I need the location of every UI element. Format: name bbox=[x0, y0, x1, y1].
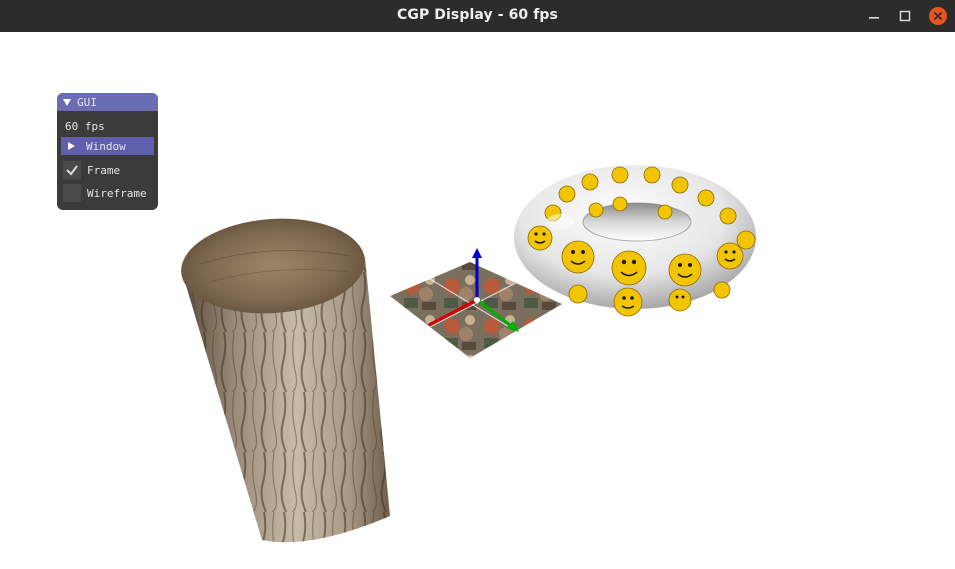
gui-header[interactable]: GUI bbox=[57, 93, 158, 111]
title-bar: CGP Display - 60 fps bbox=[0, 0, 955, 32]
frame-checkbox[interactable] bbox=[63, 161, 81, 179]
minimize-button[interactable] bbox=[863, 5, 885, 27]
smiley-torus bbox=[514, 165, 756, 317]
wireframe-checkbox[interactable] bbox=[63, 184, 81, 202]
checkmark-icon bbox=[66, 165, 78, 176]
window-tree-node[interactable]: Window bbox=[61, 137, 154, 155]
wireframe-checkbox-label: Wireframe bbox=[87, 186, 147, 200]
collapse-arrow-icon bbox=[63, 98, 71, 106]
window-title: CGP Display - 60 fps bbox=[397, 7, 558, 23]
frame-checkbox-label: Frame bbox=[87, 163, 121, 177]
3d-viewport[interactable]: GUI 60 fps Window Frame Wireframe bbox=[0, 32, 955, 569]
close-button[interactable] bbox=[927, 5, 949, 27]
maximize-icon bbox=[899, 10, 911, 22]
minimize-icon bbox=[869, 17, 879, 19]
gui-panel: GUI 60 fps Window Frame Wireframe bbox=[57, 93, 158, 210]
window-node-label: Window bbox=[86, 139, 126, 153]
gui-header-label: GUI bbox=[77, 95, 97, 109]
fps-label: 60 fps bbox=[65, 120, 105, 133]
maximize-button[interactable] bbox=[894, 5, 916, 27]
textured-cylinder bbox=[181, 218, 390, 543]
close-icon bbox=[934, 12, 942, 20]
wireframe-checkbox-row[interactable]: Wireframe bbox=[63, 184, 147, 202]
frame-checkbox-row[interactable]: Frame bbox=[63, 161, 120, 179]
expand-arrow-icon bbox=[68, 142, 75, 150]
